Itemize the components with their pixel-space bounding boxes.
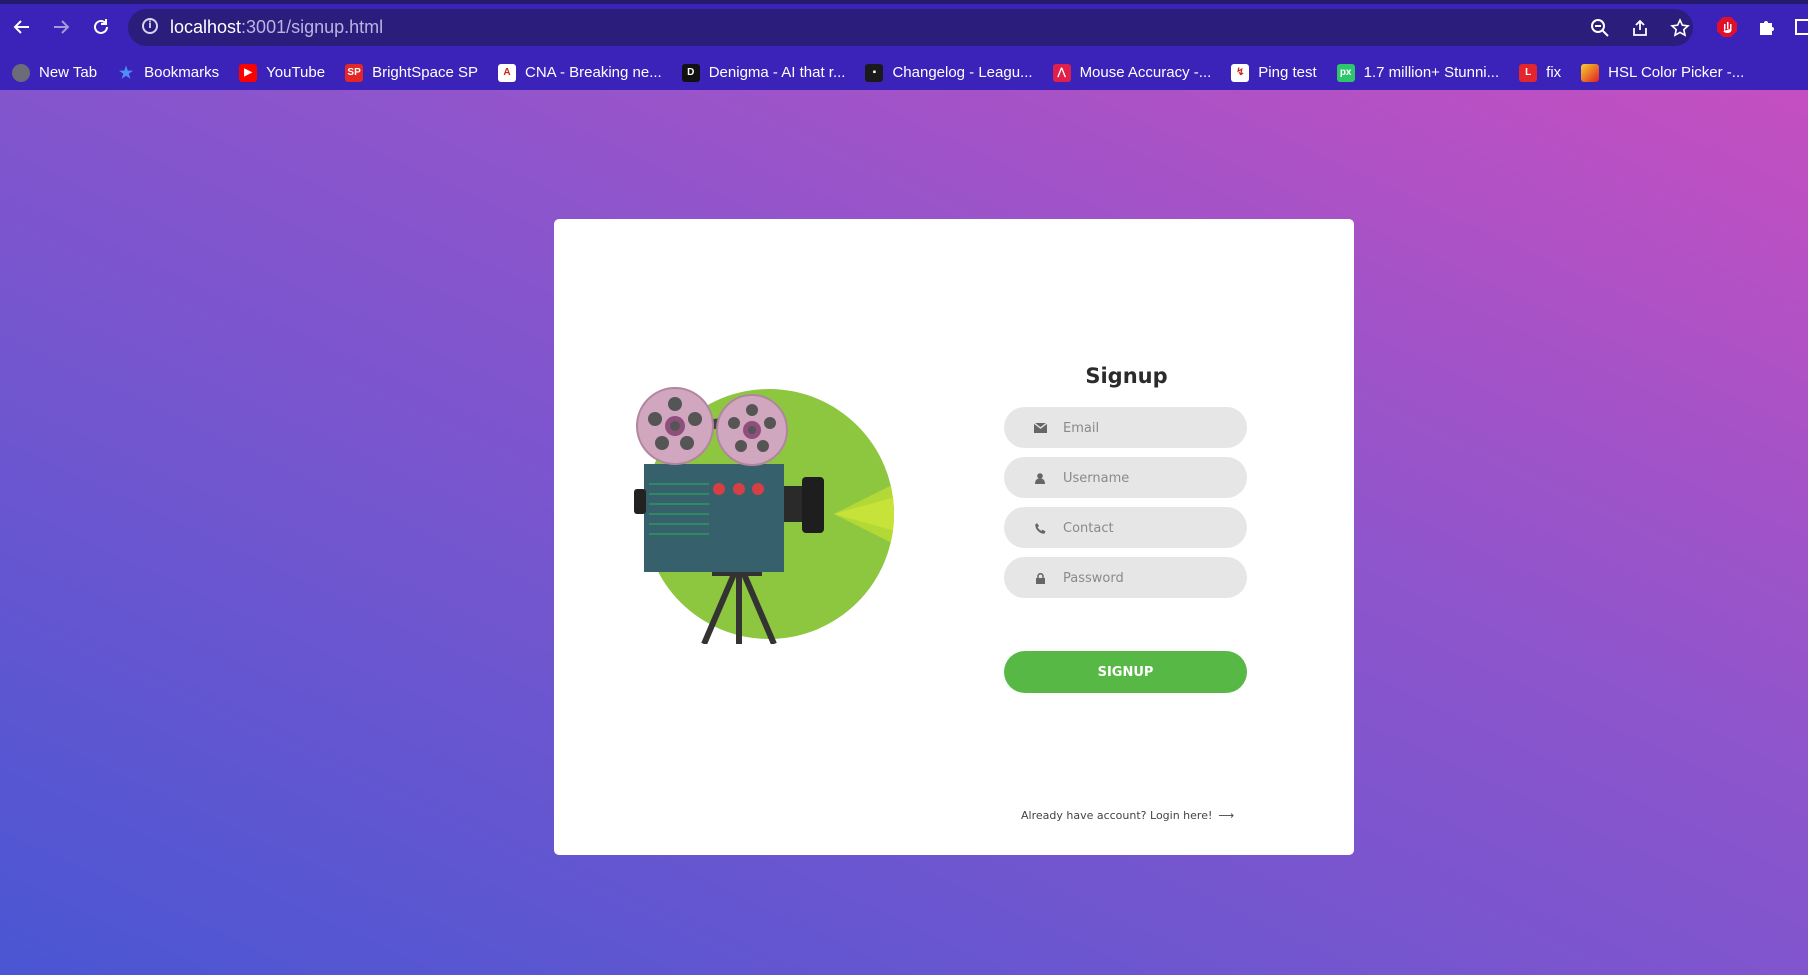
changelog-icon: ▪ [865, 63, 884, 82]
bookmark-label: New Tab [39, 64, 98, 81]
password-input[interactable] [1061, 557, 1235, 600]
bookmark-label: fix [1546, 64, 1562, 81]
bookmark-item[interactable]: ★ Bookmarks [117, 55, 219, 90]
lock-icon [1032, 570, 1048, 586]
bookmark-label: BrightSpace SP [372, 64, 478, 81]
bookmark-label: Changelog - Leagu... [892, 64, 1033, 81]
bookmark-item[interactable]: ⋀ Mouse Accuracy -... [1052, 55, 1212, 90]
signup-button[interactable]: SIGNUP [1004, 651, 1247, 693]
signup-card: Signup Email Username Contact SIGNUP Alr… [554, 219, 1354, 855]
bookmark-label: 1.7 million+ Stunni... [1363, 64, 1500, 81]
user-icon [1032, 470, 1048, 486]
url-text[interactable]: localhost:3001/signup.html [170, 17, 383, 38]
page-background: Signup Email Username Contact SIGNUP Alr… [0, 90, 1808, 975]
bookmark-item[interactable]: HSL Color Picker -... [1581, 55, 1744, 90]
password-field[interactable] [1004, 557, 1247, 600]
bookmark-label: Mouse Accuracy -... [1079, 64, 1212, 81]
bookmark-label: YouTube [266, 64, 326, 81]
adblock-extension-icon[interactable] [1714, 14, 1740, 40]
globe-icon [12, 63, 30, 82]
hsl-icon [1581, 63, 1600, 82]
bookmark-star-icon[interactable] [1668, 16, 1692, 40]
bookmark-label: CNA - Breaking ne... [524, 64, 662, 81]
username-input[interactable] [1061, 457, 1235, 500]
bookmark-label: Bookmarks [144, 64, 220, 81]
share-icon[interactable] [1628, 16, 1652, 40]
bookmark-label: Denigma - AI that r... [708, 64, 846, 81]
address-bar[interactable]: i localhost:3001/signup.html [128, 9, 1693, 46]
forward-icon[interactable] [45, 11, 77, 43]
page-title: Signup [1085, 364, 1168, 388]
contact-field[interactable] [1004, 507, 1247, 550]
projector-illustration [634, 374, 924, 646]
phone-icon [1032, 520, 1048, 536]
cna-icon: A [497, 63, 516, 82]
bookmark-item[interactable]: Lfix [1519, 55, 1561, 90]
signup-form: Signup Email Username Contact SIGNUP Alr… [1004, 219, 1249, 855]
site-info-icon[interactable]: i [142, 18, 158, 34]
pixabay-icon: px [1336, 63, 1355, 82]
bookmark-item[interactable]: px 1.7 million+ Stunni... [1336, 55, 1500, 90]
reload-icon[interactable] [85, 11, 117, 43]
tab-strip [0, 0, 1808, 4]
username-field[interactable] [1004, 457, 1247, 500]
denigma-icon: D [681, 63, 700, 82]
bookmark-item[interactable]: D Denigma - AI that r... [681, 55, 846, 90]
bookmark-item[interactable]: SP BrightSpace SP [345, 55, 478, 90]
back-icon[interactable] [6, 11, 38, 43]
contact-input[interactable] [1061, 507, 1235, 550]
bookmark-item[interactable]: A CNA - Breaking ne... [497, 55, 662, 90]
login-link[interactable]: Already have account? Login here! ⟶ [1021, 809, 1234, 822]
zoom-icon[interactable] [1588, 16, 1612, 40]
mouse-accuracy-icon: ⋀ [1052, 63, 1071, 82]
email-field[interactable] [1004, 407, 1247, 450]
arrow-right-icon: ⟶ [1218, 809, 1235, 822]
sp-icon: SP [345, 63, 364, 82]
extensions-puzzle-icon[interactable] [1754, 14, 1780, 40]
bookmark-label: HSL Color Picker -... [1608, 64, 1745, 81]
envelope-icon [1032, 420, 1048, 436]
bookmarks-bar: New Tab ★ Bookmarks ▶ YouTube SP BrightSpace S… [0, 55, 1808, 90]
ping-icon: ↯ [1231, 63, 1250, 82]
youtube-icon: ▶ [239, 63, 258, 82]
browser-toolbar: i localhost:3001/signup.html [0, 0, 1808, 55]
star-icon: ★ [118, 64, 134, 82]
login-link-text[interactable]: Already have account? Login here! [1021, 809, 1212, 822]
email-input[interactable] [1061, 407, 1235, 450]
bookmark-item[interactable]: ▪ Changelog - Leagu... [865, 55, 1033, 90]
bookmark-label: Ping test [1258, 64, 1317, 81]
bookmark-item[interactable]: ▶ YouTube [239, 55, 325, 90]
bookmark-item[interactable]: New Tab [12, 55, 97, 90]
bookmark-item[interactable]: ↯ Ping test [1231, 55, 1317, 90]
side-panel-icon[interactable] [1790, 14, 1808, 40]
l-icon: L [1519, 63, 1538, 82]
